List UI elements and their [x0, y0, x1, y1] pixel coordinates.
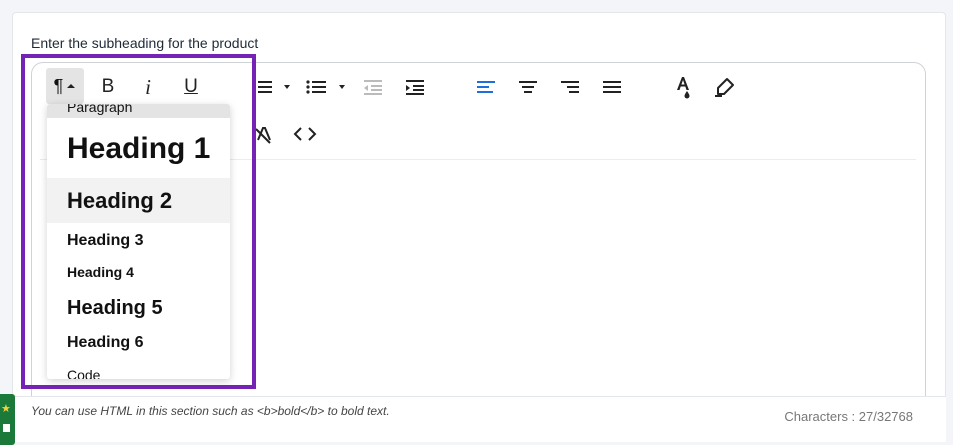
field-label: Enter the subheading for the product: [31, 35, 259, 51]
paragraph-format-button[interactable]: ¶: [46, 68, 84, 104]
highlight-icon: [715, 78, 734, 97]
code-view-button[interactable]: [292, 121, 318, 147]
ordered-list-icon: [258, 81, 290, 93]
indent-icon: [406, 80, 424, 95]
character-counter: Characters : 27/32768: [784, 409, 913, 424]
badge-square-icon: [3, 424, 10, 432]
unordered-list-icon: [306, 80, 345, 94]
justify-icon: [603, 81, 621, 93]
dropdown-item-heading-3[interactable]: Heading 3: [47, 227, 230, 254]
format-dropdown: Paragraph Heading 1 Heading 2 Heading 3 …: [47, 104, 230, 379]
dropdown-item-heading-5[interactable]: Heading 5: [47, 293, 230, 323]
star-icon: ★: [1, 403, 11, 415]
underline-button[interactable]: U: [178, 74, 204, 100]
align-right-button[interactable]: [557, 74, 583, 100]
outdent-icon: [364, 80, 382, 95]
italic-button[interactable]: i: [135, 74, 161, 100]
indent-button[interactable]: [402, 74, 428, 100]
italic-icon: i: [145, 74, 151, 99]
caret-up-icon: [67, 84, 76, 88]
bold-button[interactable]: B: [95, 74, 121, 100]
dropdown-item-paragraph[interactable]: Paragraph: [47, 104, 230, 118]
clear-format-icon: [255, 127, 271, 144]
align-left-icon: [477, 81, 495, 93]
dropdown-item-heading-4[interactable]: Heading 4: [47, 260, 230, 284]
side-badge[interactable]: ★: [0, 394, 15, 445]
align-center-button[interactable]: [515, 74, 541, 100]
clear-format-button[interactable]: [250, 121, 276, 147]
html-hint: You can use HTML in this section such as…: [31, 404, 390, 418]
align-left-button[interactable]: [473, 74, 499, 100]
outdent-button[interactable]: [360, 74, 386, 100]
paragraph-icon: ¶: [53, 75, 64, 96]
align-center-icon: [519, 81, 537, 93]
underline-icon: U: [184, 76, 198, 97]
unordered-list-button[interactable]: [304, 74, 350, 100]
text-color-icon: [677, 77, 690, 99]
dropdown-item-code[interactable]: Code: [47, 364, 230, 379]
dropdown-item-heading-1[interactable]: Heading 1: [47, 124, 230, 174]
highlight-button[interactable]: [712, 74, 738, 100]
align-right-icon: [561, 81, 579, 93]
dropdown-item-heading-2[interactable]: Heading 2: [47, 178, 230, 223]
code-icon: [293, 127, 317, 141]
bold-icon: B: [101, 76, 115, 97]
ordered-list-button[interactable]: [252, 74, 294, 100]
dropdown-item-heading-6[interactable]: Heading 6: [47, 331, 230, 355]
justify-button[interactable]: [599, 74, 625, 100]
text-color-button[interactable]: [670, 74, 696, 100]
